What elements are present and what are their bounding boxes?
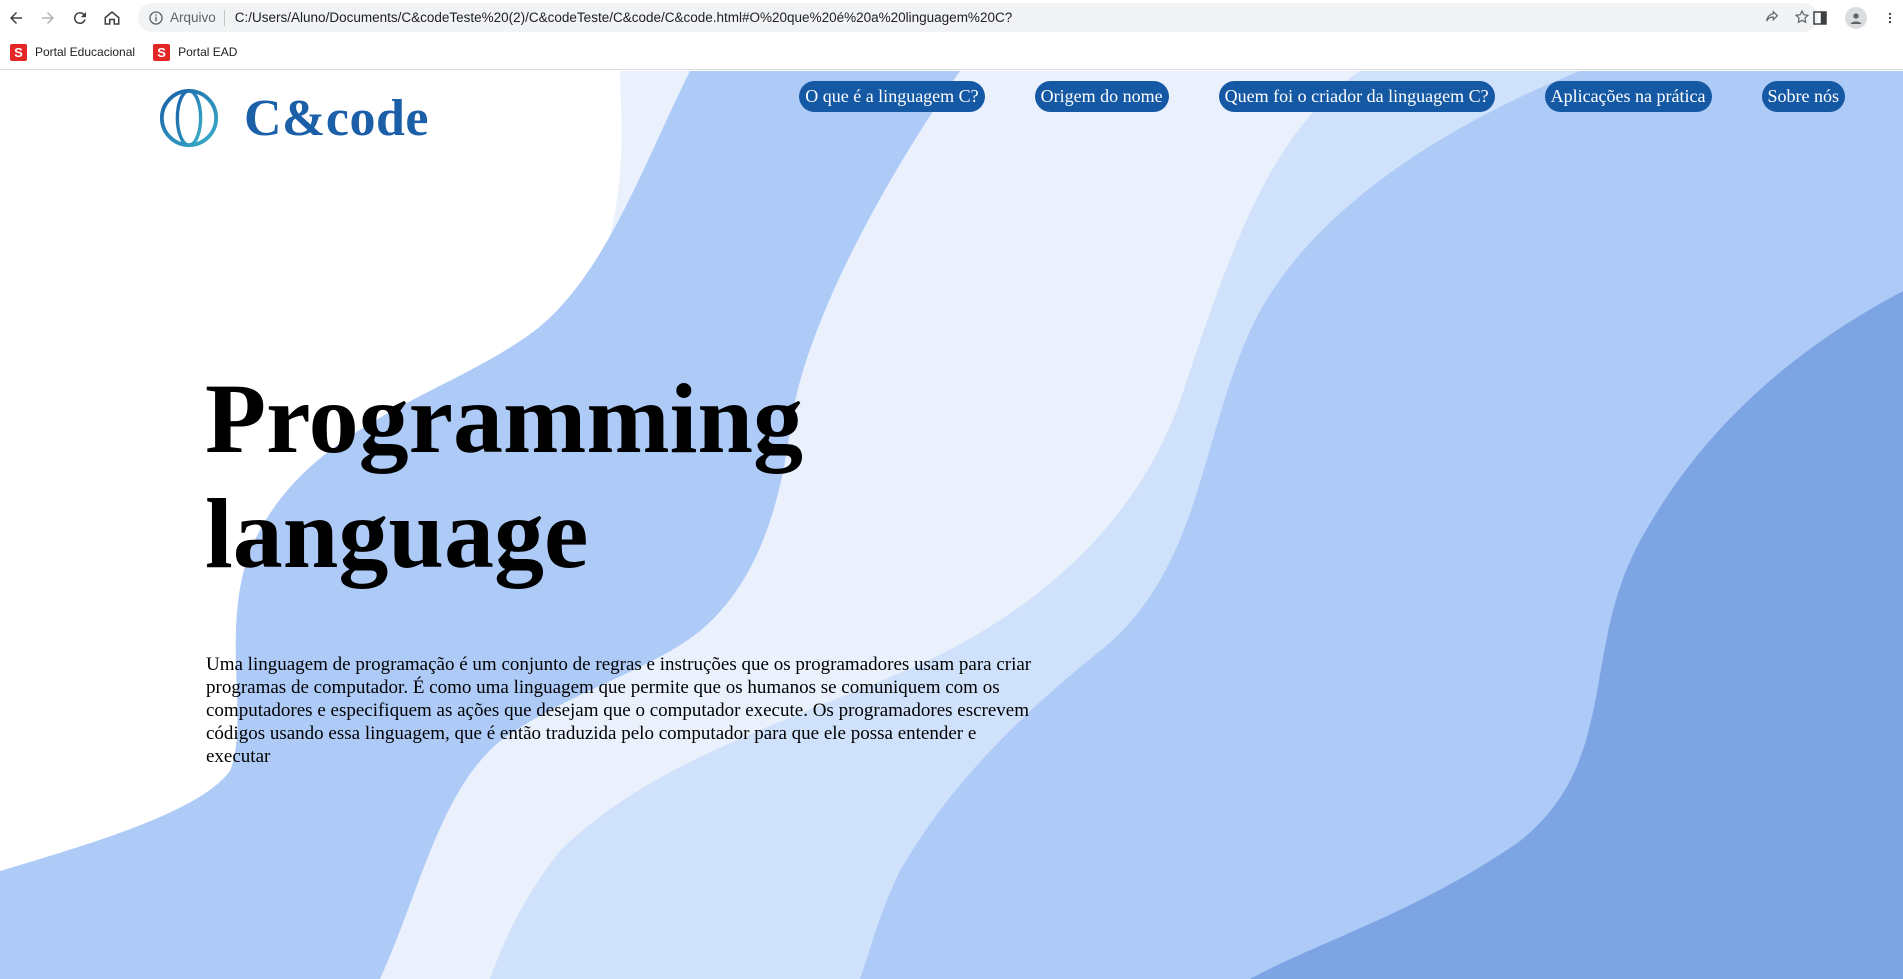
url-text[interactable]: C:/Users/Aluno/Documents/C&codeTeste%20(… — [235, 10, 1012, 25]
brand-name: C&code — [244, 89, 429, 147]
side-panel-icon[interactable] — [1811, 9, 1829, 27]
info-icon[interactable] — [148, 10, 164, 26]
nav-link-criador[interactable]: Quem foi o criador da linguagem C? — [1218, 81, 1495, 112]
bookmarks-bar: S Portal Educacional S Portal EAD — [0, 35, 1903, 70]
nav-link-origem[interactable]: Origem do nome — [1034, 81, 1169, 112]
back-button[interactable] — [0, 0, 32, 35]
divider — [223, 9, 225, 26]
home-icon — [104, 10, 120, 25]
menu-dots-icon[interactable] — [1883, 9, 1897, 27]
browser-toolbar: Arquivo C:/Users/Aluno/Documents/C&codeT… — [0, 0, 1903, 35]
scheme-label: Arquivo — [170, 10, 216, 25]
bookmark-label: Portal Educacional — [35, 45, 136, 59]
nav-link-aplicacoes[interactable]: Aplicações na prática — [1544, 81, 1712, 112]
nav-link-sobre-nos[interactable]: Sobre nós — [1761, 81, 1845, 112]
hero-title-line-2: language — [205, 478, 589, 589]
hero-description: Uma linguagem de programação é um conjun… — [206, 654, 1032, 767]
arrow-right-icon — [42, 11, 54, 24]
profile-avatar[interactable] — [1845, 6, 1867, 29]
main-nav: O que é a linguagem C? Origem do nome Qu… — [799, 81, 1845, 112]
reload-button[interactable] — [64, 0, 96, 35]
hero-title: Programming language — [205, 361, 1105, 591]
home-button[interactable] — [96, 0, 128, 35]
nav-link-o-que-e[interactable]: O que é a linguagem C? — [799, 81, 985, 112]
site-logo[interactable]: C&code — [158, 87, 429, 149]
portal-logo-icon: S — [10, 43, 27, 61]
bookmark-label: Portal EAD — [178, 45, 238, 59]
bookmark-portal-ead[interactable]: S Portal EAD — [153, 43, 238, 61]
bookmark-portal-educacional[interactable]: S Portal Educacional — [10, 43, 136, 61]
star-icon[interactable] — [1794, 9, 1810, 25]
person-icon — [1850, 12, 1862, 24]
forward-button[interactable] — [32, 0, 64, 35]
page-viewport: C&code O que é a linguagem C? Origem do … — [0, 71, 1903, 979]
share-icon[interactable] — [1764, 9, 1780, 25]
reload-icon — [73, 11, 86, 24]
arrow-left-icon — [10, 11, 22, 24]
globe-icon — [159, 88, 219, 148]
portal-logo-icon: S — [153, 43, 171, 61]
address-bar[interactable]: Arquivo C:/Users/Aluno/Documents/C&codeT… — [138, 3, 1818, 32]
hero-title-line-1: Programming — [205, 363, 804, 474]
